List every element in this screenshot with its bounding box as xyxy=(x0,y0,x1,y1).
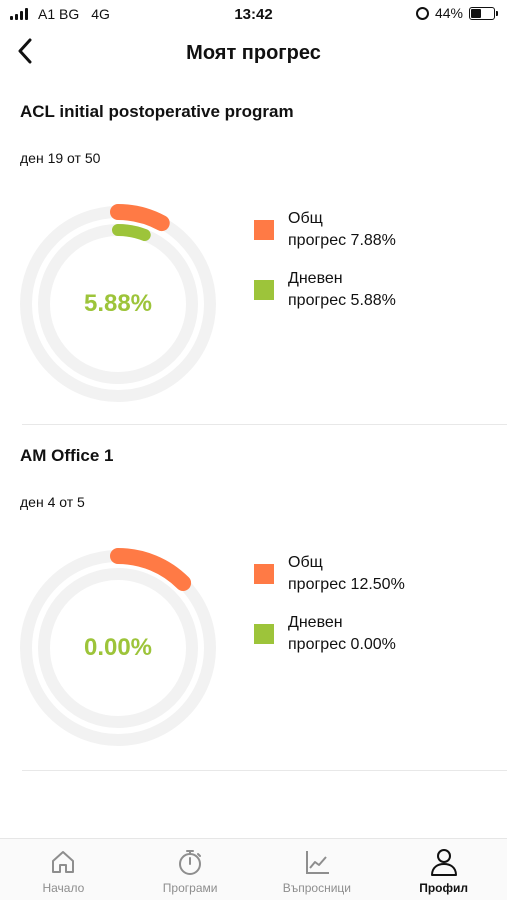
legend: Общ прогрес 12.50% Дневен прогрес 0.00% xyxy=(254,552,494,672)
divider xyxy=(22,770,507,771)
nav-label: Начало xyxy=(42,881,85,895)
daily-swatch xyxy=(254,624,274,644)
page-title: Моят прогрес xyxy=(186,42,321,64)
legend-value: прогрес 0.00% xyxy=(288,636,396,653)
nav-item-profile[interactable]: Профил xyxy=(380,839,507,900)
legend-label: Дневен xyxy=(288,270,343,287)
chart-icon xyxy=(302,847,332,877)
legend-overall: Общ прогрес 12.50% xyxy=(254,552,494,596)
battery-icon xyxy=(469,6,498,20)
divider xyxy=(22,424,507,425)
nav-item-home[interactable]: Начало xyxy=(0,839,127,900)
legend-label: Общ xyxy=(288,210,323,227)
stopwatch-icon xyxy=(175,847,205,877)
alarm-icon xyxy=(415,6,429,20)
nav-label: Програми xyxy=(162,881,218,895)
program-day: ден 19 от 50 xyxy=(20,150,101,166)
legend-value: прогрес 12.50% xyxy=(288,576,405,593)
progress-ring: 0.00% xyxy=(18,548,218,748)
legend-value: прогрес 5.88% xyxy=(288,292,396,309)
profile-icon xyxy=(429,847,459,877)
bottom-nav: Начало Програми Въпросници Профил xyxy=(0,838,507,900)
status-bar-right: 44% xyxy=(415,5,498,21)
legend-label: Дневен xyxy=(288,614,343,631)
program-day: ден 4 от 5 xyxy=(20,494,85,510)
overall-swatch xyxy=(254,564,274,584)
nav-item-programs[interactable]: Програми xyxy=(127,839,254,900)
daily-swatch xyxy=(254,280,274,300)
progress-ring: 5.88% xyxy=(18,204,218,404)
program-name: AM Office 1 xyxy=(20,446,114,465)
legend-value: прогрес 7.88% xyxy=(288,232,396,249)
legend-daily: Дневен прогрес 5.88% xyxy=(254,268,494,312)
header: Моят прогрес xyxy=(0,30,507,76)
status-bar: A1 BG 4G 13:42 44% xyxy=(0,0,507,30)
legend: Общ прогрес 7.88% Дневен прогрес 5.88% xyxy=(254,208,494,328)
daily-progress-value: 0.00% xyxy=(83,634,153,661)
nav-item-questionnaires[interactable]: Въпросници xyxy=(254,839,381,900)
program-name: ACL initial postoperative program xyxy=(20,102,294,121)
legend-overall: Общ прогрес 7.88% xyxy=(254,208,494,252)
nav-label: Въпросници xyxy=(282,881,351,895)
legend-daily: Дневен прогрес 0.00% xyxy=(254,612,494,656)
home-icon xyxy=(48,847,78,877)
nav-label: Профил xyxy=(419,881,469,895)
legend-label: Общ xyxy=(288,554,323,571)
overall-swatch xyxy=(254,220,274,240)
daily-progress-value: 5.88% xyxy=(83,290,153,317)
battery-percent: 44% xyxy=(434,5,463,21)
